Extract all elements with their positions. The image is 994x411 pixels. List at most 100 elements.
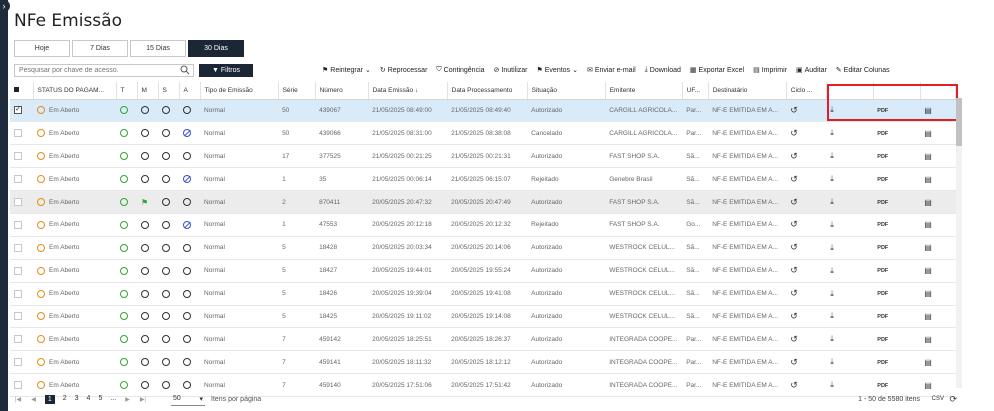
download-icon[interactable]: ⤓	[830, 334, 834, 343]
sort-desc-icon[interactable]: ↓	[415, 87, 418, 94]
table-row[interactable]: Em Aberto Normal 5 18427 20/05/2025 19:44:01…	[10, 259, 956, 283]
download-icon[interactable]: ⤓	[830, 380, 834, 389]
pdf-icon[interactable]: PDF	[877, 154, 888, 160]
document-icon[interactable]: ▤	[924, 129, 932, 138]
download-cell[interactable]: ⤓	[826, 236, 874, 260]
download-icon[interactable]: ⤓	[830, 266, 834, 275]
page-size-select[interactable]: 50 ▾	[171, 393, 205, 406]
row-checkbox[interactable]	[10, 213, 33, 237]
document-icon[interactable]: ▤	[924, 381, 932, 390]
tab-15-dias[interactable]: 15 Dias	[130, 40, 186, 57]
toolbar-editar-colunas-button[interactable]: ✎ Editar Colunas	[836, 66, 890, 75]
document-icon[interactable]: ▤	[924, 175, 932, 184]
col-status-pagamento[interactable]: STATUS DO PAGAM...	[33, 82, 117, 100]
pdf-cell[interactable]: PDF	[873, 236, 921, 260]
pdf-cell[interactable]: PDF	[873, 190, 921, 214]
prev-page-icon[interactable]: ◀	[31, 396, 36, 403]
pdf-icon[interactable]: PDF	[877, 291, 888, 297]
document-icon[interactable]: ▤	[924, 243, 932, 252]
tab-7-dias[interactable]: 7 Dias	[72, 40, 128, 57]
document-icon[interactable]: ▤	[924, 266, 932, 275]
xml-cell[interactable]: ▤	[920, 213, 956, 237]
table-row[interactable]: ✓ Em Aberto Normal 50 439067 21/05/2025 08:49…	[10, 99, 956, 123]
download-icon[interactable]: ⤓	[830, 220, 834, 229]
download-icon[interactable]: ⤓	[830, 311, 834, 320]
ciclo-cell[interactable]: ↺	[786, 144, 827, 169]
search-icon[interactable]	[180, 65, 190, 75]
col-m[interactable]: M	[137, 82, 159, 100]
history-icon[interactable]: ↺	[790, 151, 798, 161]
pdf-cell[interactable]: PDF	[873, 259, 921, 283]
toolbar-eventos-button[interactable]: ⚑ Eventos ⌄	[536, 66, 577, 75]
table-row[interactable]: Em Aberto Normal 1 35 21/05/2025 00:06:14 21/…	[10, 167, 956, 192]
row-checkbox[interactable]: ✓	[10, 99, 33, 123]
checkbox-icon[interactable]	[14, 358, 22, 367]
table-row[interactable]: Em Aberto Normal 7 459142 20/05/2025 18:25:5…	[10, 327, 956, 352]
document-icon[interactable]: ▤	[924, 335, 932, 344]
ciclo-cell[interactable]: ↺	[786, 190, 827, 214]
download-cell[interactable]: ⤓	[826, 350, 874, 375]
xml-cell[interactable]: ▤	[920, 167, 956, 192]
scrollbar-thumb[interactable]	[956, 98, 962, 146]
ciclo-cell[interactable]: ↺	[786, 327, 827, 352]
download-icon[interactable]: ⤓	[830, 243, 834, 252]
checkbox-icon[interactable]	[14, 335, 22, 344]
history-icon[interactable]: ↺	[790, 128, 798, 138]
checkbox-icon[interactable]	[14, 175, 22, 184]
row-checkbox[interactable]	[10, 167, 33, 192]
row-checkbox[interactable]	[10, 144, 33, 169]
pdf-cell[interactable]: PDF	[873, 282, 921, 306]
pdf-icon[interactable]: PDF	[877, 245, 888, 251]
ciclo-cell[interactable]: ↺	[786, 213, 827, 237]
table-row[interactable]: Em Aberto Normal 1 47553 20/05/2025 20:12:18…	[10, 213, 956, 237]
pdf-cell[interactable]: PDF	[873, 167, 921, 192]
history-icon[interactable]: ↺	[790, 311, 798, 321]
download-icon[interactable]: ⤓	[830, 174, 834, 183]
refresh-icon[interactable]: ⟳	[949, 394, 957, 405]
pdf-cell[interactable]: PDF	[873, 213, 921, 237]
tab-hoje[interactable]: Hoje	[14, 40, 70, 57]
first-page-icon[interactable]: |◀	[15, 396, 21, 403]
table-row[interactable]: Em Aberto Normal 5 18426 20/05/2025 19:39:04…	[10, 282, 956, 306]
xml-cell[interactable]: ▤	[920, 305, 956, 329]
download-icon[interactable]: ⤓	[830, 128, 834, 137]
download-icon[interactable]: ⤓	[830, 151, 834, 160]
pdf-icon[interactable]: PDF	[877, 360, 888, 366]
toolbar-auditar-button[interactable]: ▣ Auditar	[796, 66, 827, 75]
table-row[interactable]: Em Aberto ⚑ Normal 2 870411 20/05/2025 20:47:…	[10, 190, 956, 214]
pdf-icon[interactable]: PDF	[877, 383, 888, 389]
pdf-cell[interactable]: PDF	[873, 144, 921, 169]
history-icon[interactable]: ↺	[790, 334, 798, 344]
document-icon[interactable]: ▤	[924, 198, 932, 207]
document-icon[interactable]: ▤	[924, 358, 932, 367]
row-checkbox[interactable]	[10, 236, 33, 260]
tab-30-dias[interactable]: 30 Dias	[188, 40, 244, 57]
pdf-icon[interactable]: PDF	[877, 131, 888, 137]
download-cell[interactable]: ⤓	[826, 282, 874, 306]
pdf-icon[interactable]: PDF	[877, 268, 888, 274]
filter-button[interactable]: ▼ Filtros	[199, 64, 253, 77]
checkbox-checked-icon[interactable]: ✓	[14, 106, 22, 115]
ciclo-cell[interactable]: ↺	[786, 350, 827, 375]
table-row[interactable]: Em Aberto Normal 5 18425 20/05/2025 19:11:02…	[10, 305, 956, 329]
download-icon[interactable]: ⤓	[830, 289, 834, 298]
xml-cell[interactable]: ▤	[920, 121, 956, 146]
toolbar-enviar-e-mail-button[interactable]: ✉ Enviar e-mail	[587, 66, 636, 75]
col-numero[interactable]: Número	[315, 82, 369, 100]
row-checkbox[interactable]	[10, 190, 33, 214]
toolbar-inutilizar-button[interactable]: ⊘ Inutilizar	[494, 66, 528, 75]
download-cell[interactable]: ⤓	[826, 259, 874, 283]
checkbox-icon[interactable]	[14, 289, 22, 298]
checkbox-icon[interactable]	[14, 243, 22, 252]
history-icon[interactable]: ↺	[790, 288, 798, 298]
csv-export-icon[interactable]: CSV	[932, 396, 944, 402]
row-checkbox[interactable]	[10, 327, 33, 352]
col-situacao[interactable]: Situação	[527, 82, 606, 100]
document-icon[interactable]: ▤	[924, 152, 932, 161]
download-cell[interactable]: ⤓	[826, 190, 874, 214]
col-destinatario[interactable]: Destinatário	[708, 82, 787, 100]
table-row[interactable]: Em Aberto Normal 5 18428 20/05/2025 20:03:34…	[10, 236, 956, 260]
toolbar-imprimir-button[interactable]: ▤ Imprimir	[753, 66, 787, 75]
download-cell[interactable]: ⤓	[826, 213, 874, 237]
pdf-cell[interactable]: PDF	[873, 305, 921, 329]
